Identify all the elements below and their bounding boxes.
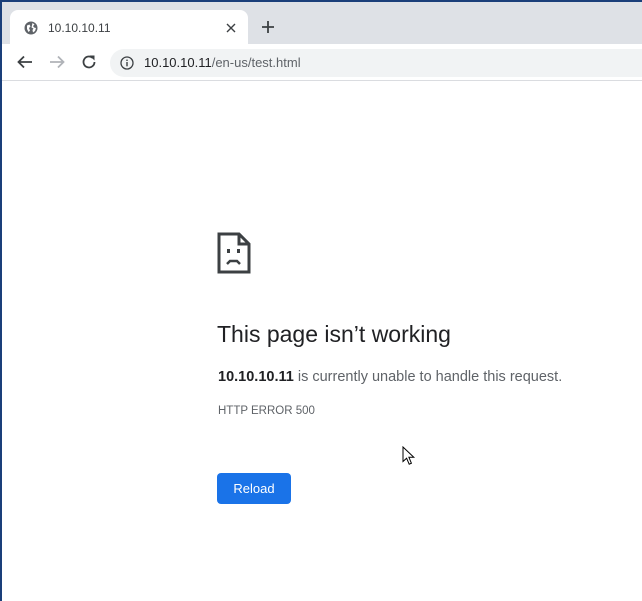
browser-window: 10.10.10.11 10.10.10.11/en-us/test.html … [0,0,642,601]
reload-button[interactable]: Reload [217,473,291,504]
tab-active[interactable]: 10.10.10.11 [10,10,248,46]
reload-icon[interactable] [80,53,98,71]
error-host: 10.10.10.11 [218,369,294,385]
new-tab-icon[interactable] [260,19,276,35]
url-host: 10.10.10.11 [144,55,212,70]
page-title: This page isn’t working [217,321,451,347]
toolbar: 10.10.10.11/en-us/test.html [2,44,642,81]
info-icon[interactable] [120,56,134,70]
tab-strip: 10.10.10.11 [2,0,642,46]
globe-icon [24,21,38,35]
close-icon[interactable] [224,21,238,35]
tab-title: 10.10.10.11 [48,21,111,35]
sad-page-icon [217,232,251,274]
url-path: /en-us/test.html [211,55,301,70]
mouse-cursor-icon [402,446,416,465]
address-bar[interactable]: 10.10.10.11/en-us/test.html [110,49,642,77]
url-text[interactable]: 10.10.10.11/en-us/test.html [144,55,301,71]
error-message-text: is currently unable to handle this reque… [293,369,563,385]
error-page: This page isn’t working 10.10.10.11 is c… [2,81,642,601]
forward-arrow-icon[interactable] [48,53,66,71]
error-message: 10.10.10.11 is currently unable to handl… [218,369,562,385]
back-arrow-icon[interactable] [16,53,34,71]
error-code: HTTP ERROR 500 [218,405,315,417]
